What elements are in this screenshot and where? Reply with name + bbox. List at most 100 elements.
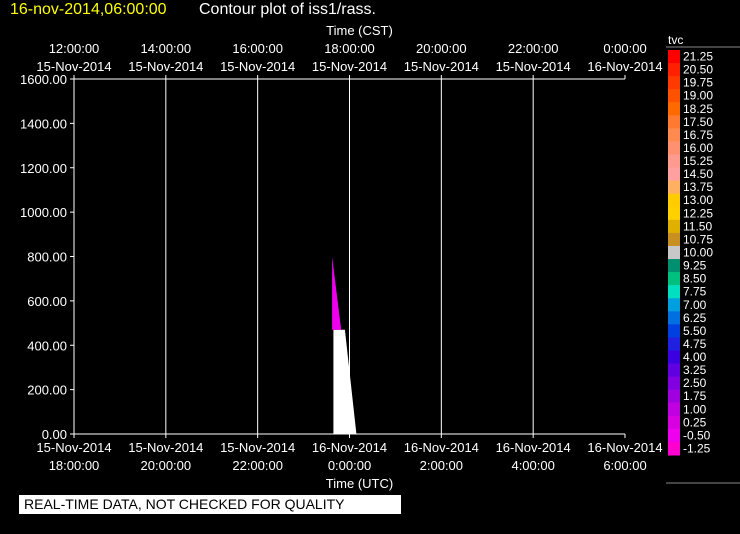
colorbar-swatch <box>668 232 680 247</box>
colorbar-level-label: 21.25 <box>683 50 713 64</box>
colorbar-swatch <box>668 298 680 312</box>
colorbar-swatch <box>668 337 680 351</box>
x-utc-time-label: 6:00:00 <box>603 458 646 473</box>
x-cst-date-label: 16-Nov-2014 <box>587 59 662 74</box>
colorbar-level-label: 19.75 <box>683 76 713 90</box>
x-cst-time-label: 16:00:00 <box>232 41 283 56</box>
colorbar-swatch <box>668 441 680 456</box>
x-cst-time-label: 14:00:00 <box>141 41 192 56</box>
y-tick-label: 800.00 <box>27 250 67 265</box>
x-utc-time-label: 22:00:00 <box>232 458 283 473</box>
colorbar-swatch <box>668 50 680 64</box>
x-utc-date-label: 15-Nov-2014 <box>36 440 111 455</box>
colorbar-swatch <box>668 115 680 129</box>
y-tick-label: 1000.00 <box>20 205 67 220</box>
colorbar-swatch <box>668 285 680 299</box>
x-cst-date-label: 15-Nov-2014 <box>220 59 295 74</box>
x-axis-title-cst: Time (CST) <box>326 23 393 38</box>
y-tick-label: 600.00 <box>27 294 67 309</box>
colorbar-level-label: 4.00 <box>683 350 707 364</box>
x-utc-time-label: 0:00:00 <box>328 458 371 473</box>
colorbar-level-label: 7.00 <box>683 298 707 312</box>
x-cst-time-label: 0:00:00 <box>603 41 646 56</box>
colorbar-swatch <box>668 324 680 338</box>
colorbar-swatch <box>668 219 680 234</box>
x-utc-date-label: 16-Nov-2014 <box>312 440 387 455</box>
colorbar-swatch <box>668 193 680 208</box>
colorbar-swatch <box>668 102 680 116</box>
x-utc-date-label: 16-Nov-2014 <box>404 440 479 455</box>
colorbar-level-label: 18.25 <box>683 102 713 116</box>
y-tick-label: 1200.00 <box>20 161 67 176</box>
colorbar-swatch <box>668 428 680 443</box>
colorbar-level-label: 20.50 <box>683 63 713 77</box>
y-tick-label: 1600.00 <box>20 72 67 87</box>
colorbar-level-label: 2.50 <box>683 376 707 390</box>
x-cst-date-label: 15-Nov-2014 <box>496 59 571 74</box>
x-cst-date-label: 15-Nov-2014 <box>36 59 111 74</box>
colorbar-level-label: 1.00 <box>683 402 707 416</box>
colorbar-level-label: 14.50 <box>683 167 713 181</box>
colorbar-level-label: 7.75 <box>683 285 707 299</box>
y-tick-label: 400.00 <box>27 338 67 353</box>
colorbar-label: tvc <box>668 33 684 47</box>
colorbar-swatch <box>668 389 680 404</box>
colorbar-swatch <box>668 245 680 260</box>
colorbar-swatch <box>668 167 680 182</box>
colorbar-swatch <box>668 363 680 378</box>
colorbar-level-label: 13.75 <box>683 180 713 194</box>
colorbar-swatch <box>668 76 680 90</box>
contour-region <box>332 256 342 330</box>
x-utc-time-label: 2:00:00 <box>420 458 463 473</box>
colorbar-swatch <box>668 180 680 195</box>
colorbar-level-label: 19.00 <box>683 89 713 103</box>
colorbar-swatch <box>668 350 680 365</box>
colorbar-level-label: 0.25 <box>683 415 707 429</box>
quality-disclaimer: REAL-TIME DATA, NOT CHECKED FOR QUALITY <box>19 495 401 514</box>
colorbar-swatch <box>668 141 680 156</box>
colorbar-level-label: 13.00 <box>683 193 713 207</box>
colorbar-level-label: 3.25 <box>683 363 707 377</box>
x-cst-time-label: 22:00:00 <box>508 41 559 56</box>
x-utc-date-label: 15-Nov-2014 <box>220 440 295 455</box>
colorbar-swatch <box>668 272 680 286</box>
colorbar-level-label: 10.75 <box>683 232 713 246</box>
colorbar-level-label: 6.25 <box>683 311 707 325</box>
colorbar-swatch <box>668 154 680 169</box>
colorbar-swatch <box>668 415 680 430</box>
colorbar-level-label: 9.25 <box>683 259 707 273</box>
x-utc-time-label: 18:00:00 <box>49 458 100 473</box>
colorbar-swatch <box>668 63 680 77</box>
colorbar-level-label: 10.00 <box>683 246 713 260</box>
colorbar-swatch <box>668 402 680 417</box>
x-utc-date-label: 15-Nov-2014 <box>128 440 203 455</box>
colorbar-level-label: -1.25 <box>683 441 711 455</box>
x-cst-time-label: 20:00:00 <box>416 41 467 56</box>
colorbar-swatch <box>668 259 680 273</box>
colorbar-swatch <box>668 89 680 103</box>
colorbar-swatch <box>668 376 680 391</box>
x-cst-time-label: 18:00:00 <box>324 41 375 56</box>
colorbar-swatch <box>668 128 680 142</box>
x-cst-time-label: 12:00:00 <box>49 41 100 56</box>
colorbar-level-label: 4.75 <box>683 337 707 351</box>
colorbar-swatch <box>668 311 680 325</box>
x-utc-date-label: 16-Nov-2014 <box>587 440 662 455</box>
y-tick-label: 1400.00 <box>20 116 67 131</box>
colorbar-level-label: 16.75 <box>683 128 713 142</box>
colorbar-level-label: 11.50 <box>683 219 712 233</box>
y-tick-label: 200.00 <box>27 383 67 398</box>
contour-plot: 0.00200.00400.00600.00800.001000.001200.… <box>20 23 740 491</box>
x-utc-time-label: 4:00:00 <box>511 458 554 473</box>
x-cst-date-label: 15-Nov-2014 <box>404 59 479 74</box>
contour-region <box>333 329 357 434</box>
colorbar-level-label: 8.50 <box>683 272 707 286</box>
colorbar-level-label: 16.00 <box>683 141 713 155</box>
x-cst-date-label: 15-Nov-2014 <box>312 59 387 74</box>
x-axis-title-utc: Time (UTC) <box>326 476 393 491</box>
colorbar-level-label: 17.50 <box>683 115 713 129</box>
x-utc-date-label: 16-Nov-2014 <box>496 440 571 455</box>
colorbar-level-label: 12.25 <box>683 206 713 220</box>
colorbar-swatch <box>668 206 680 221</box>
colorbar-level-label: 5.50 <box>683 324 707 338</box>
